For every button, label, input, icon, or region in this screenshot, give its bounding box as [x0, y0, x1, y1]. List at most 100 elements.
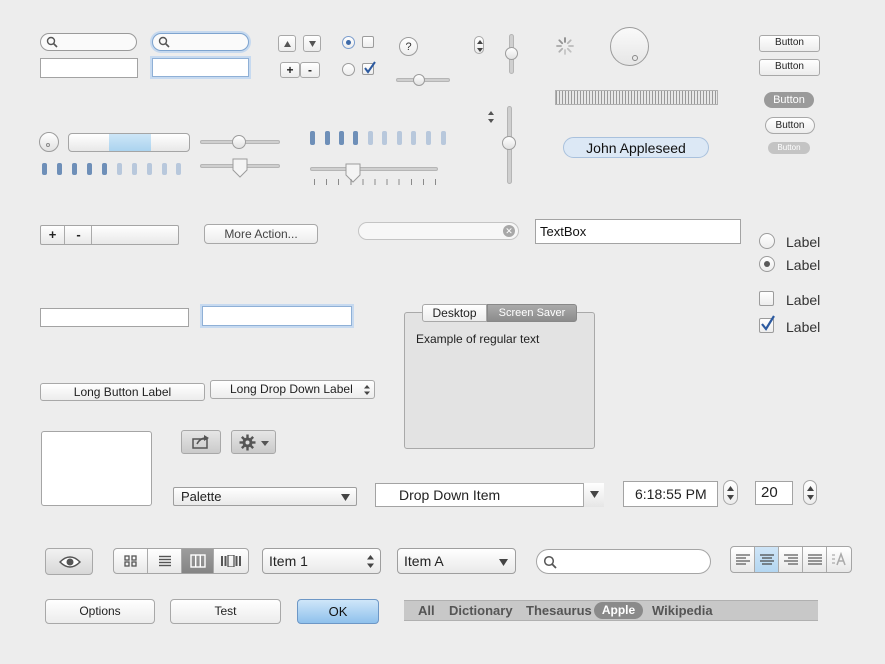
mini-stepper[interactable] — [474, 36, 484, 54]
scope-item-all[interactable]: All — [418, 603, 435, 618]
scope-item-apple[interactable]: Apple — [594, 602, 643, 619]
slider-track-ticked[interactable] — [310, 167, 438, 171]
stepper-arrows-icon[interactable] — [487, 111, 495, 124]
number-stepper[interactable] — [803, 480, 817, 505]
palette-popup-label: Palette — [181, 489, 222, 504]
text-field-small-focused[interactable] — [152, 58, 249, 77]
more-action-button[interactable]: More Action... — [204, 224, 318, 244]
radio-dot — [764, 261, 770, 267]
text-field-small[interactable] — [40, 58, 138, 78]
scope-item-thesaurus[interactable]: Thesaurus — [526, 603, 592, 618]
text-field-regular-focused[interactable] — [202, 306, 352, 326]
button-rounded[interactable]: Button — [765, 117, 815, 134]
search-field-small[interactable] — [40, 33, 137, 51]
textbox-field[interactable] — [535, 219, 741, 244]
radio-button-2[interactable] — [759, 256, 775, 272]
token-john-appleseed[interactable]: John Appleseed — [563, 137, 709, 158]
slider-tick-marks — [314, 179, 436, 185]
checkbox-small[interactable] — [362, 36, 374, 48]
progress-spinner-icon — [555, 36, 575, 56]
align-left-segment[interactable] — [731, 547, 755, 572]
align-right-segment[interactable] — [779, 547, 803, 572]
button-regular-2[interactable]: Button — [759, 59, 820, 76]
slider-knob[interactable] — [413, 74, 425, 86]
add-button[interactable]: + — [41, 226, 65, 244]
combo-arrow-button[interactable] — [583, 483, 604, 507]
time-stepper[interactable] — [723, 480, 738, 505]
arrow-down-button[interactable] — [303, 35, 321, 52]
button-rounded-mini[interactable]: Button — [768, 142, 810, 154]
drop-down-combo[interactable]: Drop Down Item — [375, 483, 604, 507]
quick-look-button[interactable] — [45, 548, 93, 575]
clear-search-icon[interactable]: ✕ — [503, 225, 515, 237]
test-button[interactable]: Test — [170, 599, 281, 624]
scope-item-wikipedia[interactable]: Wikipedia — [652, 603, 713, 618]
segmented-level-control[interactable] — [68, 133, 190, 152]
tab-desktop[interactable]: Desktop — [422, 304, 487, 322]
circular-knob-small[interactable] — [39, 132, 59, 152]
number-field[interactable]: 20 — [755, 481, 793, 505]
checkbox-2[interactable] — [759, 315, 775, 333]
search-field-focused[interactable] — [152, 33, 249, 51]
stepper-arrows-icon — [367, 555, 374, 568]
tab-content-text: Example of regular text — [416, 332, 540, 346]
drop-down-combo-label: Drop Down Item — [399, 487, 501, 503]
button-rounded-pressed[interactable]: Button — [764, 92, 814, 108]
chevron-down-icon — [499, 559, 508, 566]
checkbox-small-checked[interactable] — [362, 61, 376, 75]
arrow-up-button[interactable] — [278, 35, 296, 52]
long-drop-down[interactable]: Long Drop Down Label — [210, 380, 375, 399]
plus-button-small[interactable]: + — [280, 62, 300, 78]
button-regular-1[interactable]: Button — [759, 35, 820, 52]
ok-button[interactable]: OK — [297, 599, 379, 624]
radio-small-selected[interactable] — [342, 36, 355, 49]
align-right-icon — [784, 554, 798, 565]
item1-popup[interactable]: Item 1 — [262, 548, 381, 574]
vertical-slider-knob-large[interactable] — [502, 136, 516, 150]
search-field-with-clear[interactable]: ✕ — [358, 222, 519, 240]
slider-pointer-knob[interactable] — [232, 158, 248, 178]
minus-button-small[interactable]: - — [300, 62, 320, 78]
search-field-large[interactable] — [536, 549, 711, 574]
radio-small[interactable] — [342, 63, 355, 76]
stepper-arrows-icon — [727, 486, 734, 500]
level-fill — [109, 134, 151, 151]
circular-slider-knob[interactable] — [610, 27, 649, 66]
stepper-arrows-icon — [477, 40, 483, 52]
align-center-segment[interactable] — [755, 547, 779, 572]
text-style-segment[interactable] — [827, 547, 851, 572]
stepper-arrows-icon — [807, 486, 814, 500]
column-view-segment[interactable] — [182, 549, 214, 573]
vertical-slider-knob[interactable] — [505, 47, 518, 60]
grid-icon — [124, 555, 138, 567]
share-button[interactable] — [181, 430, 221, 454]
action-menu-button[interactable] — [231, 430, 276, 454]
cover-flow-segment[interactable] — [214, 549, 248, 573]
icon-view-segment[interactable] — [114, 549, 148, 573]
scope-item-dictionary[interactable]: Dictionary — [449, 603, 513, 618]
help-button[interactable]: ? — [399, 37, 418, 56]
list-view-segment[interactable] — [148, 549, 182, 573]
question-mark-icon: ? — [405, 41, 412, 53]
slider-knob-1[interactable] — [232, 135, 246, 149]
align-center-icon — [760, 554, 774, 565]
align-justify-segment[interactable] — [803, 547, 827, 572]
radio-dot — [346, 40, 351, 45]
radio-label-1: Label — [786, 234, 821, 250]
radio-button-1[interactable] — [759, 233, 775, 249]
search-icon — [543, 555, 557, 569]
checkbox-1[interactable] — [759, 291, 774, 306]
text-field-regular[interactable] — [40, 308, 189, 327]
chevron-down-icon — [261, 441, 269, 446]
time-field[interactable]: 6:18:55 PM — [623, 481, 718, 507]
itemA-popup[interactable]: Item A — [397, 548, 516, 574]
remove-button[interactable]: - — [66, 226, 92, 244]
options-button[interactable]: Options — [45, 599, 155, 624]
palette-popup[interactable]: Palette — [173, 487, 357, 506]
columns-icon — [190, 554, 206, 568]
image-well[interactable] — [41, 431, 152, 506]
triangle-up-icon — [284, 41, 291, 47]
long-button[interactable]: Long Button Label — [40, 383, 205, 401]
knob-indicator — [46, 143, 50, 147]
tab-screen-saver[interactable]: Screen Saver — [487, 304, 577, 322]
